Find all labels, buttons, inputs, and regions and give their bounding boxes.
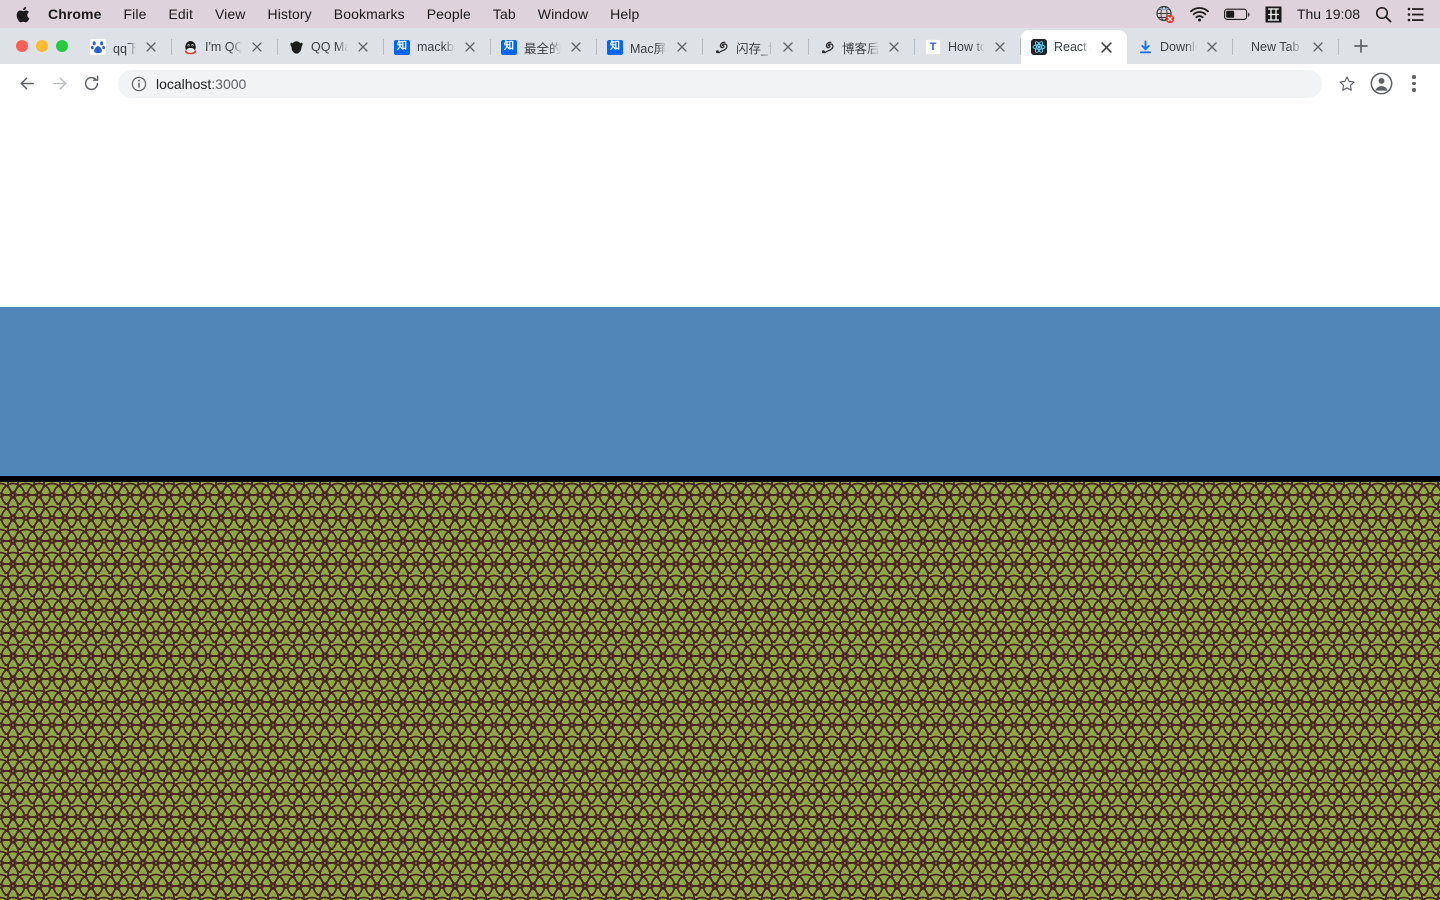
tab-zhihu-most-complete[interactable]: 知 最全的M xyxy=(491,30,597,64)
wifi-icon[interactable] xyxy=(1190,6,1209,22)
url-host: localhost xyxy=(156,75,212,92)
address-bar-url: localhost:3000 xyxy=(156,76,246,92)
tab-qq-mac[interactable]: QQ Mac xyxy=(278,30,384,64)
profile-avatar-icon[interactable] xyxy=(1366,69,1396,99)
tab-list: qq下载_ I'm QQ xyxy=(80,28,1440,64)
menu-item-file[interactable]: File xyxy=(113,6,158,22)
zhihu-icon: 知 xyxy=(501,39,517,55)
apple-logo-icon[interactable] xyxy=(14,5,30,23)
tab-strip: qq下载_ I'm QQ xyxy=(0,28,1440,64)
tab-title: 最全的M xyxy=(524,41,561,56)
minimize-window-button[interactable] xyxy=(36,40,48,52)
control-center-list-icon[interactable] xyxy=(1407,7,1424,22)
baidu-icon xyxy=(90,39,106,55)
tab-cnblogs-flash[interactable]: 闪存_博 xyxy=(703,30,809,64)
tab-react-app-active[interactable]: React A xyxy=(1021,30,1127,64)
menu-item-help[interactable]: Help xyxy=(599,6,650,22)
tab-title: How to xyxy=(948,40,985,54)
kebab-dot xyxy=(1412,81,1416,86)
tab-title: 博客后台 xyxy=(842,41,879,56)
menu-item-tab[interactable]: Tab xyxy=(482,6,527,22)
tab-close-icon[interactable] xyxy=(354,38,372,56)
qq-penguin-icon xyxy=(288,39,304,55)
typescript-t-icon: T xyxy=(925,39,941,55)
tab-zhihu-mac-screen[interactable]: 知 Mac屏幕 xyxy=(597,30,703,64)
forward-button[interactable] xyxy=(44,69,74,99)
url-port: :3000 xyxy=(211,75,247,92)
tab-title: React A xyxy=(1054,40,1091,54)
menu-item-people[interactable]: People xyxy=(416,6,482,22)
kebab-dot xyxy=(1412,88,1416,92)
browser-toolbar: localhost:3000 xyxy=(0,64,1440,104)
kebab-dot xyxy=(1412,75,1416,79)
tab-close-icon[interactable] xyxy=(673,38,691,56)
tab-title: mackbo xyxy=(417,40,455,54)
scalloped-edge xyxy=(0,307,1440,331)
cnblogs-icon xyxy=(819,39,835,55)
tab-title: qq下载_ xyxy=(113,41,136,56)
download-icon xyxy=(1137,39,1153,55)
tab-separator xyxy=(1338,39,1339,55)
tab-cnblogs-admin[interactable]: 博客后台 xyxy=(809,30,915,64)
macos-menu-bar: Chrome File Edit View History Bookmarks … xyxy=(0,0,1440,28)
tab-close-icon[interactable] xyxy=(885,38,903,56)
spotlight-search-icon[interactable] xyxy=(1375,6,1392,23)
tab-close-icon[interactable] xyxy=(248,38,266,56)
network-globe-disconnected-icon[interactable] xyxy=(1155,5,1175,23)
menu-item-bookmarks[interactable]: Bookmarks xyxy=(323,6,416,22)
blue-scalloped-band xyxy=(0,307,1440,476)
new-tab-button[interactable] xyxy=(1347,32,1375,60)
bookmark-star-icon[interactable] xyxy=(1332,69,1362,99)
green-fish-scale-field xyxy=(0,482,1440,900)
tab-close-icon[interactable] xyxy=(142,38,160,56)
menu-item-view[interactable]: View xyxy=(204,6,257,22)
tab-close-icon[interactable] xyxy=(1203,38,1221,56)
react-logo-icon xyxy=(1031,39,1047,55)
tab-zhihu-mackbook[interactable]: 知 mackbo xyxy=(384,30,491,64)
input-method-pinyin-icon[interactable] xyxy=(1265,6,1282,23)
reload-button[interactable] xyxy=(76,69,106,99)
tab-title: QQ Mac xyxy=(311,40,348,54)
page-white-space xyxy=(0,104,1440,307)
maximize-window-button[interactable] xyxy=(56,40,68,52)
tab-im-qq[interactable]: I'm QQ xyxy=(172,30,278,64)
tab-close-icon[interactable] xyxy=(461,38,479,56)
blue-band-body xyxy=(0,329,1440,476)
tab-new-tab[interactable]: New Tab xyxy=(1233,30,1339,64)
menu-item-history[interactable]: History xyxy=(257,6,323,22)
battery-icon[interactable] xyxy=(1223,8,1250,21)
tab-title: 闪存_博 xyxy=(736,41,773,56)
tab-title: Downlo xyxy=(1160,40,1197,54)
tab-title: New Tab xyxy=(1251,40,1300,54)
site-info-icon[interactable] xyxy=(130,75,148,93)
back-button[interactable] xyxy=(12,69,42,99)
tab-close-icon[interactable] xyxy=(1097,38,1115,56)
zhihu-icon: 知 xyxy=(607,39,623,55)
tab-close-icon[interactable] xyxy=(567,38,585,56)
toolbar-right-actions xyxy=(1332,69,1428,99)
page-viewport xyxy=(0,104,1440,900)
tab-title: Mac屏幕 xyxy=(630,41,667,56)
zhihu-icon: 知 xyxy=(394,39,410,55)
cnblogs-icon xyxy=(713,39,729,55)
menu-bar-status-area: Thu 19:08 xyxy=(1155,5,1430,23)
address-bar[interactable]: localhost:3000 xyxy=(118,69,1322,98)
menu-bar-clock[interactable]: Thu 19:08 xyxy=(1297,6,1360,22)
chrome-browser-window: qq下载_ I'm QQ xyxy=(0,28,1440,900)
tab-title: I'm QQ xyxy=(205,40,242,54)
menu-item-chrome[interactable]: Chrome xyxy=(44,6,113,22)
chrome-menu-icon[interactable] xyxy=(1400,69,1428,99)
tab-how-to[interactable]: T How to xyxy=(915,30,1021,64)
tab-close-icon[interactable] xyxy=(1309,38,1327,56)
tab-close-icon[interactable] xyxy=(779,38,797,56)
close-window-button[interactable] xyxy=(16,40,28,52)
tab-downloads[interactable]: Downlo xyxy=(1127,30,1233,64)
menu-item-window[interactable]: Window xyxy=(527,6,599,22)
tab-close-icon[interactable] xyxy=(991,38,1009,56)
tab-qq-download[interactable]: qq下载_ xyxy=(80,30,172,64)
qq-penguin-icon xyxy=(182,39,198,55)
menu-item-edit[interactable]: Edit xyxy=(157,6,204,22)
window-traffic-lights xyxy=(10,28,80,64)
